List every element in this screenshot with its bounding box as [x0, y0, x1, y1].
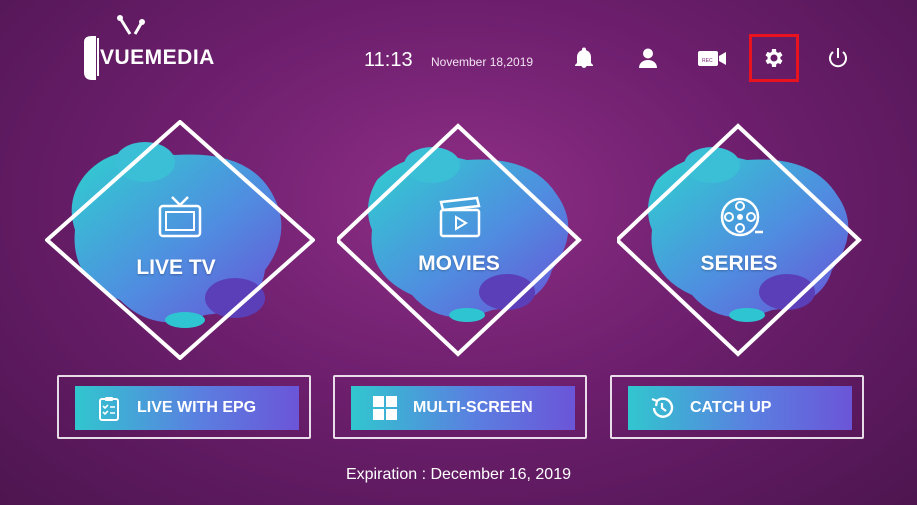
multi-screen-frame: MULTI-SCREEN [333, 375, 587, 439]
gear-icon [765, 49, 783, 67]
logo-text: VUEMEDIA [100, 46, 215, 69]
history-icon [648, 394, 676, 422]
tv-icon [158, 196, 202, 238]
bell-icon [575, 47, 593, 68]
notifications-button[interactable] [566, 40, 602, 76]
live-tv-label: LIVE TV [136, 256, 216, 279]
live-with-epg-label: LIVE WITH EPG [137, 399, 257, 416]
multi-screen-button[interactable]: MULTI-SCREEN [351, 386, 575, 430]
series-label: SERIES [700, 252, 778, 275]
live-with-epg-frame: LIVE WITH EPG [57, 375, 311, 439]
live-with-epg-button[interactable]: LIVE WITH EPG [75, 386, 299, 430]
catch-up-frame: CATCH UP [610, 375, 864, 439]
checklist-icon [95, 394, 123, 422]
film-reel-icon [720, 197, 763, 237]
live-tv-tile[interactable]: LIVE TV [45, 120, 315, 360]
power-button[interactable] [820, 40, 856, 76]
catch-up-button[interactable]: CATCH UP [628, 386, 852, 430]
multi-screen-label: MULTI-SCREEN [413, 399, 533, 416]
account-button[interactable] [630, 40, 666, 76]
catch-up-label: CATCH UP [690, 399, 772, 416]
svg-text:REC: REC [702, 58, 713, 64]
expiration-text: Expiration : December 16, 2019 [345, 466, 571, 483]
series-tile[interactable]: SERIES [617, 120, 887, 360]
power-icon [829, 48, 847, 68]
recordings-button[interactable]: REC [694, 40, 730, 76]
user-icon [639, 48, 657, 68]
clapperboard-icon [439, 196, 481, 238]
clock-date: November 18,2019 [431, 55, 534, 69]
grid-icon [371, 394, 399, 422]
movies-tile[interactable]: MOVIES [337, 120, 607, 360]
movies-label: MOVIES [418, 252, 500, 275]
record-icon: REC [698, 51, 726, 66]
settings-button[interactable] [749, 34, 799, 82]
clock-time: 11:13 [364, 49, 413, 71]
